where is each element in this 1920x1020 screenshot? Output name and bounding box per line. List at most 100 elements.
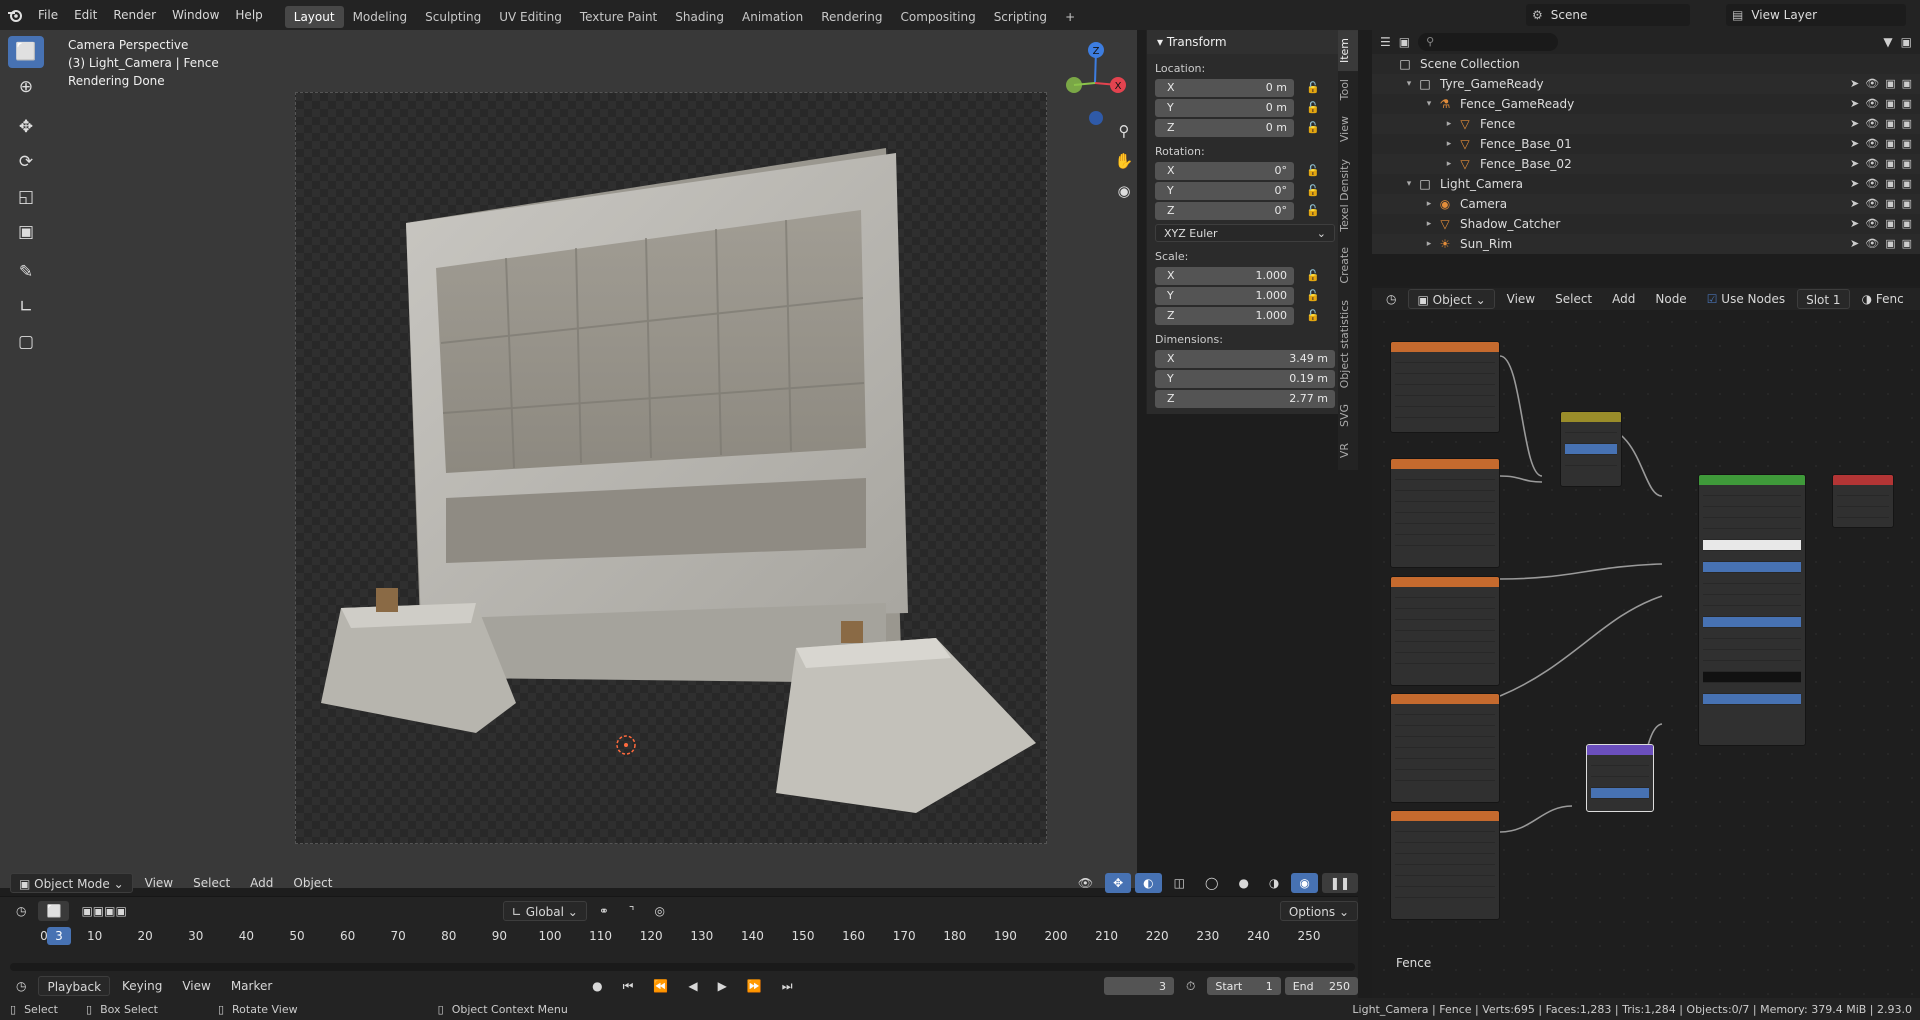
select-arrow-icon[interactable]: ➤ xyxy=(1850,137,1859,150)
rotation-x-field[interactable]: X 0° xyxy=(1155,161,1294,180)
menu-edit[interactable]: Edit xyxy=(66,0,105,30)
current-frame-field[interactable]: 3 xyxy=(1104,977,1174,995)
eye-icon[interactable]: 👁 xyxy=(1865,137,1879,150)
menu-add[interactable]: Add xyxy=(242,873,281,893)
measure-icon[interactable]: ∟ xyxy=(8,291,44,323)
pan-hand-icon[interactable]: ✋ xyxy=(1112,152,1136,182)
proportional-edit-icon[interactable]: ◎ xyxy=(647,901,673,921)
scale-icon[interactable]: ◱ xyxy=(8,181,44,213)
eye-icon[interactable]: 👁 xyxy=(1865,97,1879,110)
tab-compositing[interactable]: Compositing xyxy=(891,6,984,28)
tab-texture-paint[interactable]: Texture Paint xyxy=(571,6,666,28)
location-z-field[interactable]: Z0 m xyxy=(1155,118,1294,137)
expand-arrow-icon[interactable]: ▾ xyxy=(1402,179,1416,189)
expand-arrow-icon[interactable]: ▾ xyxy=(1402,79,1416,89)
camera-render-icon[interactable]: ▣ xyxy=(1902,77,1912,90)
lock-icon[interactable]: 🔓 xyxy=(1303,184,1323,197)
tab-object-statistics[interactable]: Object statistics xyxy=(1338,292,1358,396)
transform-icon[interactable]: ▣ xyxy=(8,216,44,248)
lock-icon[interactable]: 🔓 xyxy=(1303,81,1323,94)
select-arrow-icon[interactable]: ➤ xyxy=(1850,177,1859,190)
select-arrow-icon[interactable]: ➤ xyxy=(1850,197,1859,210)
eye-icon[interactable]: 👁 xyxy=(1865,177,1879,190)
visibility-toggles[interactable]: ➤ 👁 ▣ ▣ xyxy=(1850,77,1912,90)
outliner-item[interactable]: ▾ □ Light_Camera ➤ 👁 ▣ ▣ xyxy=(1372,174,1920,194)
principled-bsdf-node[interactable] xyxy=(1698,474,1806,746)
camera-render-icon[interactable]: ▣ xyxy=(1902,117,1912,130)
tab-item[interactable]: Item xyxy=(1338,30,1358,72)
menu-window[interactable]: Window xyxy=(164,0,227,30)
visibility-toggles[interactable]: ➤ 👁 ▣ ▣ xyxy=(1850,237,1912,250)
options-button[interactable]: Options ⌄ xyxy=(1279,901,1358,921)
camera-render-icon[interactable]: ▣ xyxy=(1902,157,1912,170)
monitor-icon[interactable]: ▣ xyxy=(1885,97,1895,110)
menu-view[interactable]: View xyxy=(137,873,181,893)
tab-create[interactable]: Create xyxy=(1338,239,1358,292)
dimensions-x-field[interactable]: X 3.49 m xyxy=(1155,349,1335,368)
shading-wireframe-icon[interactable]: ◯ xyxy=(1197,873,1226,893)
visibility-toggles[interactable]: ➤ 👁 ▣ ▣ xyxy=(1850,217,1912,230)
image-texture-node[interactable] xyxy=(1390,458,1500,568)
menu-add[interactable]: Add xyxy=(1604,289,1643,309)
slot-select[interactable]: Slot 1 xyxy=(1797,289,1850,309)
expand-arrow-icon[interactable]: ▾ xyxy=(1422,99,1436,109)
pivot-icon[interactable]: ⚭ xyxy=(591,901,617,921)
menu-view[interactable]: View xyxy=(1499,289,1543,309)
monitor-icon[interactable]: ▣ xyxy=(1885,177,1895,190)
orientation-select[interactable]: ∟ Global ⌄ xyxy=(502,901,587,921)
xray-icon[interactable]: ◫ xyxy=(1166,873,1193,893)
overlay-toggle-icon[interactable]: ◐ xyxy=(1135,873,1162,893)
outliner-item[interactable]: ▸ ▽ Fence_Base_01 ➤ 👁 ▣ ▣ xyxy=(1372,134,1920,154)
move-icon[interactable]: ✥ xyxy=(8,111,44,143)
outliner-item[interactable]: ▸ ▽ Fence_Base_02 ➤ 👁 ▣ ▣ xyxy=(1372,154,1920,174)
visibility-icon[interactable]: 👁 xyxy=(1070,873,1101,893)
outliner-search-input[interactable]: ⚲ xyxy=(1418,33,1559,51)
zoom-icon[interactable]: ⚲ xyxy=(1112,122,1136,152)
rotation-z-field[interactable]: Z 0° xyxy=(1155,201,1294,220)
jump-start-icon[interactable]: ⏮ xyxy=(615,976,642,996)
annotate-icon[interactable]: ✎ xyxy=(8,256,44,288)
timeline-scrollbar[interactable] xyxy=(10,963,1355,971)
eye-icon[interactable]: 👁 xyxy=(1865,77,1879,90)
menu-object[interactable]: Object xyxy=(285,873,340,893)
tab-vr[interactable]: VR xyxy=(1338,435,1358,466)
camera-render-icon[interactable]: ▣ xyxy=(1902,137,1912,150)
expand-arrow-icon[interactable]: ▸ xyxy=(1422,199,1436,209)
mode-select[interactable]: ▣ Object Mode ⌄ xyxy=(10,873,133,893)
outliner-item[interactable]: ▸ ▽ Fence ➤ 👁 ▣ ▣ xyxy=(1372,114,1920,134)
menu-select[interactable]: Select xyxy=(185,873,238,893)
tab-texel-density[interactable]: Texel Density xyxy=(1338,151,1358,240)
select-arrow-icon[interactable]: ➤ xyxy=(1850,217,1859,230)
eye-icon[interactable]: 👁 xyxy=(1865,237,1879,250)
monitor-icon[interactable]: ▣ xyxy=(1885,197,1895,210)
transform-header[interactable]: ▾ Transform xyxy=(1147,30,1338,54)
monitor-icon[interactable]: ▣ xyxy=(1885,217,1895,230)
editor-type-icon[interactable]: ☰ xyxy=(1380,35,1391,49)
tab-animation[interactable]: Animation xyxy=(733,6,812,28)
tab-svg[interactable]: SVG xyxy=(1338,396,1358,435)
rotation-y-field[interactable]: Y 0° xyxy=(1155,181,1294,200)
camera-render-icon[interactable]: ▣ xyxy=(1902,217,1912,230)
lock-icon[interactable]: 🔓 xyxy=(1303,164,1323,177)
outliner-item[interactable]: ▸ ▽ Shadow_Catcher ➤ 👁 ▣ ▣ xyxy=(1372,214,1920,234)
expand-arrow-icon[interactable]: ▸ xyxy=(1422,239,1436,249)
visibility-toggles[interactable]: ➤ 👁 ▣ ▣ xyxy=(1850,137,1912,150)
3d-viewport[interactable]: Camera Perspective (3) Light_Camera | Fe… xyxy=(0,30,1137,888)
timeline-ruler[interactable]: 0 10 20 30 40 50 60 70 80 90 100 110 120 130 140 150 160… xyxy=(40,929,1356,947)
monitor-icon[interactable]: ▣ xyxy=(1885,117,1895,130)
expand-arrow-icon[interactable]: ▸ xyxy=(1442,159,1456,169)
lock-icon[interactable]: 🔓 xyxy=(1303,309,1323,322)
visibility-toggles[interactable]: ➤ 👁 ▣ ▣ xyxy=(1850,177,1912,190)
blender-logo-icon[interactable] xyxy=(0,0,30,30)
tab-tool[interactable]: Tool xyxy=(1338,71,1358,108)
add-cube-icon[interactable]: ▢ xyxy=(8,326,44,358)
dimensions-y-field[interactable]: Y 0.19 m xyxy=(1155,369,1335,388)
expand-arrow-icon[interactable]: ▸ xyxy=(1422,219,1436,229)
select-arrow-icon[interactable]: ➤ xyxy=(1850,97,1859,110)
outliner-item[interactable]: □ Scene Collection xyxy=(1372,54,1920,74)
image-texture-node[interactable] xyxy=(1390,693,1500,803)
editor-type-icon[interactable]: ◷ xyxy=(8,901,34,921)
editor-type-icon[interactable]: ◷ xyxy=(1378,289,1404,309)
select-arrow-icon[interactable]: ➤ xyxy=(1850,157,1859,170)
menu-playback[interactable]: Playback xyxy=(38,976,111,996)
